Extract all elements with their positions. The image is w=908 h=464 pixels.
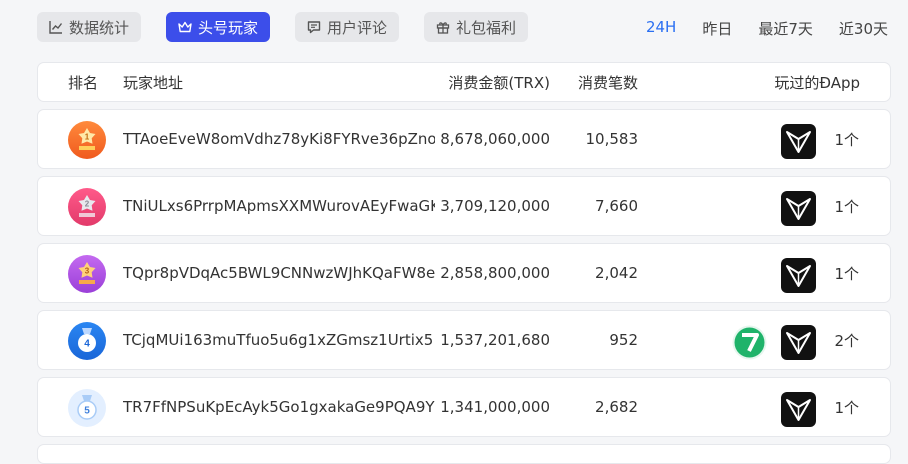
medal-rank-label: 3 [85,267,90,276]
range-24h[interactable]: 24H [646,18,676,39]
player-address[interactable]: TQpr8pVDqAc5BWL9CNNwzWJhKQaFW8e… [123,244,435,302]
tab-label: 数据统计 [69,18,130,37]
dapp-count: 1个 [834,264,859,283]
dapp-list [732,325,816,360]
table-row[interactable]: 1 TTAoeEveW8omVdhz78yKi8FYRve36pZnoz 8,6… [37,109,891,169]
amount-value: 1,537,201,680 [440,331,550,349]
tab-gift-benefits[interactable]: 礼包福利 [424,12,529,42]
count-value: 2,682 [595,398,638,416]
comment-icon [307,21,321,34]
header-amount: 消费金额(TRX) [448,73,550,92]
gold-medal-icon: 1 [67,120,107,160]
tab-top-players[interactable]: 头号玩家 [166,12,271,42]
green-seven-icon[interactable] [732,325,767,360]
dapp-list [781,392,816,427]
player-address[interactable]: TCjqMUi163muTfuo5u6g1xZGmsz1Urtix5 [123,311,433,369]
count-value: 10,583 [585,130,639,148]
crown-icon [178,21,192,33]
medal-rank-label: 2 [85,200,90,209]
dapp-count: 1个 [834,130,859,149]
count-value: 7,660 [595,197,638,215]
table-row[interactable]: 2 TNiULxs6PrrpMApmsXXMWurovAEyFwaGKd 3,7… [37,176,891,236]
range-yesterday[interactable]: 昨日 [702,18,732,39]
chart-line-icon [49,21,63,34]
dapp-list [781,258,816,293]
dapp-list [781,124,816,159]
range-7-days[interactable]: 最近7天 [758,18,813,39]
silver-medal-icon: 2 [67,187,107,227]
tab-label: 礼包福利 [456,18,517,37]
amount-value: 3,709,120,000 [440,197,550,215]
tab-user-comments[interactable]: 用户评论 [295,12,400,42]
bronze-medal-icon: 3 [67,254,107,294]
table-row[interactable]: 4 TCjqMUi163muTfuo5u6g1xZGmsz1Urtix5 1,5… [37,310,891,370]
tab-data-stats[interactable]: 数据统计 [37,12,142,42]
table-row[interactable]: 3 TQpr8pVDqAc5BWL9CNNwzWJhKQaFW8e… 2,858… [37,243,891,303]
player-address[interactable]: TR7FfNPSuKpEcAyk5Go1gxakaGe9PQA9YK [123,378,435,436]
black-dapp-icon[interactable] [781,124,816,159]
count-value: 2,042 [595,264,638,282]
black-dapp-icon[interactable] [781,325,816,360]
amount-value: 2,858,800,000 [440,264,550,282]
header-count: 消费笔数 [577,73,638,92]
blue-medal-icon: 4 [67,321,107,361]
gift-icon [436,22,450,34]
table-row[interactable]: 5 TR7FfNPSuKpEcAyk5Go1gxakaGe9PQA9YK 1,3… [37,377,891,437]
black-dapp-icon[interactable] [781,392,816,427]
tab-label: 用户评论 [327,18,388,37]
header-address: 玩家地址 [123,73,184,92]
medal-rank-label: 5 [84,406,90,417]
amount-value: 1,341,000,000 [440,398,550,416]
table-header: 排名 玩家地址 消费金额(TRX) 消费笔数 玩过的ĐApp [37,62,891,102]
light-blue-medal-icon: 5 [67,388,107,428]
dapp-count: 1个 [834,398,859,417]
dapp-count: 2个 [834,331,859,350]
table-row[interactable] [37,444,891,464]
medal-rank-label: 1 [85,133,90,142]
count-value: 952 [609,331,638,349]
dapp-count: 1个 [834,197,859,216]
time-range-selector: 24H 昨日 最近7天 近30天 [646,18,888,39]
header-dapps: 玩过的ĐApp [774,73,860,92]
header-rank: 排名 [68,73,99,92]
medal-rank-label: 4 [84,339,90,350]
dapp-list [781,191,816,226]
black-dapp-icon[interactable] [781,258,816,293]
player-address[interactable]: TTAoeEveW8omVdhz78yKi8FYRve36pZnoz [123,110,435,168]
tab-bar: 数据统计 头号玩家 用户评论 礼包福利 [37,12,529,42]
player-address[interactable]: TNiULxs6PrrpMApmsXXMWurovAEyFwaGKd [123,177,435,235]
range-30-days[interactable]: 近30天 [839,18,888,39]
tab-label: 头号玩家 [198,18,259,37]
black-dapp-icon[interactable] [781,191,816,226]
amount-value: 8,678,060,000 [440,130,550,148]
